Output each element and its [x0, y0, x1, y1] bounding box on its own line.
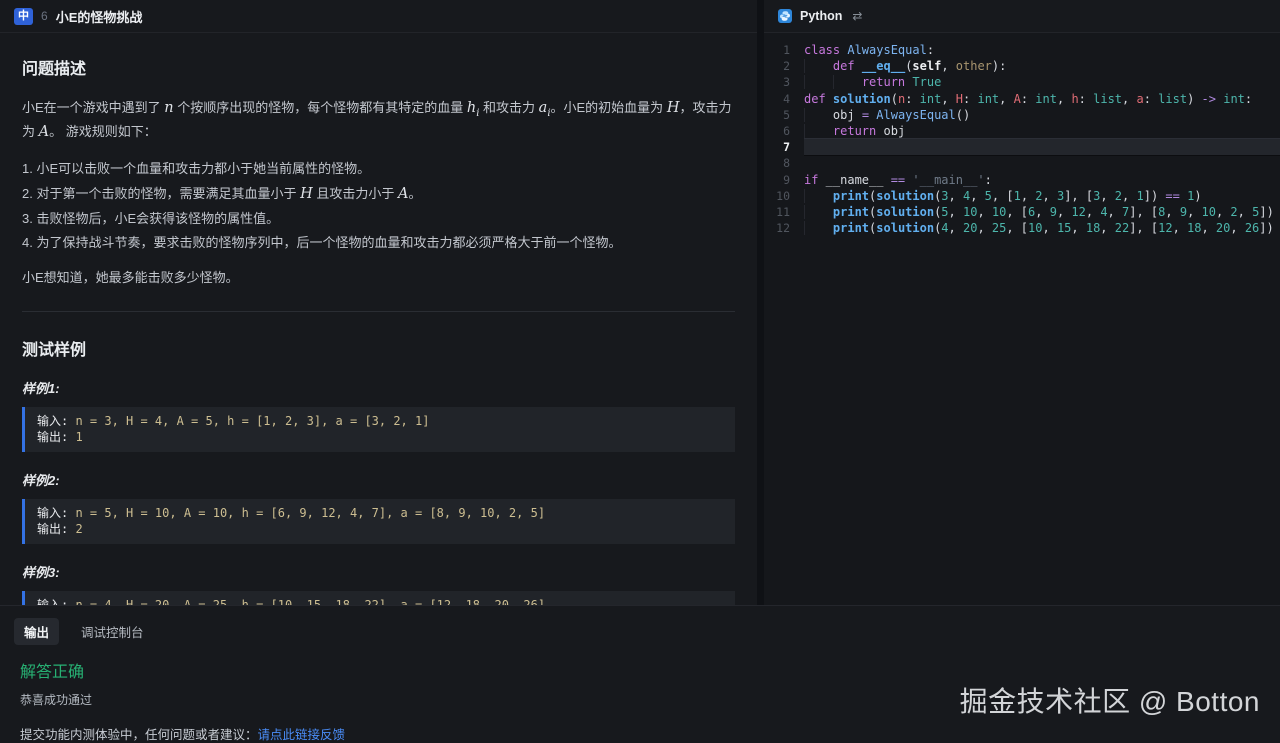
line-number: 10: [764, 189, 804, 203]
code-text: if __name__ == '__main__':: [804, 172, 1280, 188]
problem-panel: 中 6 小E的怪物挑战 问题描述 小E在一个游戏中遇到了 n 个按顺序出现的怪物…: [0, 0, 757, 605]
code-text: obj = AlwaysEqual(): [804, 107, 1280, 123]
sample-output-line: 输出: 1: [37, 429, 723, 446]
code-line-11[interactable]: 11 print(solution(5, 10, 10, [6, 9, 12, …: [764, 204, 1280, 220]
sample-output-line: 输出: 2: [37, 521, 723, 538]
feedback-row: 提交功能内测体验中，任何问题或者建议：请点此链接反馈: [20, 724, 1266, 743]
code-line-10[interactable]: 10 print(solution(3, 4, 5, [1, 2, 3], [3…: [764, 188, 1280, 204]
section-title-problem: 问题描述: [22, 55, 735, 79]
problem-number: 6: [41, 9, 48, 23]
switch-language-icon[interactable]: ⇄: [852, 9, 862, 23]
code-text: def __eq__(self, other):: [804, 58, 1280, 74]
output-tabs: 输出调试控制台: [14, 618, 1266, 645]
code-line-6[interactable]: 6 return obj: [764, 123, 1280, 139]
math-variable: n: [164, 100, 173, 116]
math-variable: hi: [467, 100, 480, 116]
sample-label-1: 样例1:: [22, 378, 735, 397]
problem-description-pane[interactable]: 问题描述 小E在一个游戏中遇到了 n 个按顺序出现的怪物，每个怪物都有其特定的血…: [0, 33, 757, 605]
code-line-2[interactable]: 2 def __eq__(self, other):: [764, 58, 1280, 74]
sample-input-line: 输入: n = 5, H = 10, A = 10, h = [6, 9, 12…: [37, 505, 723, 522]
line-number: 3: [764, 75, 804, 89]
line-number: 9: [764, 173, 804, 187]
editor-panel: Python ⇄ 1class AlwaysEqual:2 def __eq__…: [764, 0, 1280, 605]
sample-input-line: 输入: n = 4, H = 20, A = 25, h = [10, 15, …: [37, 597, 723, 605]
math-variable: A: [398, 186, 408, 202]
code-text: return obj: [804, 123, 1280, 139]
math-variable: H: [300, 186, 313, 202]
line-number: 6: [764, 124, 804, 138]
line-number: 1: [764, 43, 804, 57]
code-editor[interactable]: 1class AlwaysEqual:2 def __eq__(self, ot…: [764, 33, 1280, 605]
sample-label-3: 样例3:: [22, 562, 735, 581]
watermark: 掘金技术社区 @ Botton: [960, 680, 1260, 720]
sample-label-2: 样例2:: [22, 470, 735, 489]
feedback-link[interactable]: 请点此链接反馈: [258, 728, 346, 742]
result-status: 解答正确: [20, 658, 1266, 682]
code-line-4[interactable]: 4def solution(n: int, H: int, A: int, h:…: [764, 91, 1280, 107]
code-text: print(solution(5, 10, 10, [6, 9, 12, 4, …: [804, 204, 1280, 220]
code-line-1[interactable]: 1class AlwaysEqual:: [764, 42, 1280, 58]
tab-debug-console[interactable]: 调试控制台: [71, 618, 154, 645]
code-text: [804, 139, 1280, 155]
sample-input-value: n = 5, H = 10, A = 10, h = [6, 9, 12, 4,…: [75, 506, 545, 520]
main-split-area: 中 6 小E的怪物挑战 问题描述 小E在一个游戏中遇到了 n 个按顺序出现的怪物…: [0, 0, 1280, 605]
python-icon: [778, 9, 792, 23]
sample-output-label: 输出:: [37, 430, 75, 444]
code-line-8[interactable]: 8: [764, 155, 1280, 171]
tab-output[interactable]: 输出: [14, 618, 59, 645]
code-text: print(solution(3, 4, 5, [1, 2, 3], [3, 2…: [804, 188, 1280, 204]
samples-list: 样例1: 输入: n = 3, H = 4, A = 5, h = [1, 2, …: [22, 378, 735, 605]
math-variable: A: [39, 124, 49, 140]
problem-title: 小E的怪物挑战: [56, 7, 143, 26]
line-number: 12: [764, 221, 804, 235]
code-line-5[interactable]: 5 obj = AlwaysEqual(): [764, 107, 1280, 123]
sample-input-label: 输入:: [37, 414, 75, 428]
line-number: 4: [764, 92, 804, 106]
code-text: def solution(n: int, H: int, A: int, h: …: [804, 91, 1280, 107]
editor-panel-header: Python ⇄: [764, 0, 1280, 33]
line-number: 2: [764, 59, 804, 73]
sample-block-2: 输入: n = 5, H = 10, A = 10, h = [6, 9, 12…: [22, 499, 735, 544]
rule-item-3: 3. 击败怪物后，小E会获得该怪物的属性值。: [22, 210, 735, 229]
code-text: class AlwaysEqual:: [804, 42, 1280, 58]
code-text: [804, 155, 1280, 171]
problem-panel-header: 中 6 小E的怪物挑战: [0, 0, 757, 33]
problem-intro: 小E在一个游戏中遇到了 n 个按顺序出现的怪物，每个怪物都有其特定的血量 hi …: [22, 97, 735, 144]
panel-resize-handle[interactable]: [757, 0, 764, 605]
line-number: 8: [764, 156, 804, 170]
math-variable: ai: [539, 100, 551, 116]
output-panel: 输出调试控制台 解答正确 恭喜成功通过 提交功能内测体验中，任何问题或者建议：请…: [0, 605, 1280, 734]
sample-output-value: 2: [75, 522, 82, 536]
problem-rules: 1. 小E可以击败一个血量和攻击力都小于她当前属性的怪物。 2. 对于第一个击败的…: [22, 160, 735, 253]
sample-block-1: 输入: n = 3, H = 4, A = 5, h = [1, 2, 3], …: [22, 407, 735, 452]
code-line-7[interactable]: 7: [764, 139, 1280, 155]
section-title-samples: 测试样例: [22, 336, 735, 360]
sample-input-value: n = 4, H = 20, A = 25, h = [10, 15, 18, …: [75, 598, 545, 605]
difficulty-badge: 中: [14, 8, 33, 25]
math-variable: H: [667, 100, 680, 116]
code-line-3[interactable]: 3 return True: [764, 74, 1280, 90]
language-label: Python: [800, 9, 842, 23]
rule-item-1: 1. 小E可以击败一个血量和攻击力都小于她当前属性的怪物。: [22, 160, 735, 179]
line-number: 5: [764, 108, 804, 122]
sample-output-value: 1: [75, 430, 82, 444]
code-text: return True: [804, 74, 1280, 90]
rule-item-4: 4. 为了保持战斗节奏，要求击败的怪物序列中，后一个怪物的血量和攻击力都必须严格…: [22, 234, 735, 253]
line-number: 7: [764, 140, 804, 154]
coding-challenge-app: 中 6 小E的怪物挑战 问题描述 小E在一个游戏中遇到了 n 个按顺序出现的怪物…: [0, 0, 1280, 735]
problem-question: 小E想知道，她最多能击败多少怪物。: [22, 268, 735, 288]
line-number: 11: [764, 205, 804, 219]
code-text: print(solution(4, 20, 25, [10, 15, 18, 2…: [804, 220, 1280, 236]
section-divider: [22, 311, 735, 312]
rule-item-2: 2. 对于第一个击败的怪物，需要满足其血量小于 H 且攻击力小于 A。: [22, 184, 735, 205]
sample-input-label: 输入:: [37, 598, 75, 605]
code-line-12[interactable]: 12 print(solution(4, 20, 25, [10, 15, 18…: [764, 220, 1280, 236]
feedback-text: 提交功能内测体验中，任何问题或者建议：: [20, 728, 258, 742]
sample-block-3: 输入: n = 4, H = 20, A = 25, h = [10, 15, …: [22, 591, 735, 605]
sample-input-label: 输入:: [37, 506, 75, 520]
sample-output-label: 输出:: [37, 522, 75, 536]
sample-input-line: 输入: n = 3, H = 4, A = 5, h = [1, 2, 3], …: [37, 413, 723, 430]
code-line-9[interactable]: 9if __name__ == '__main__':: [764, 172, 1280, 188]
sample-input-value: n = 3, H = 4, A = 5, h = [1, 2, 3], a = …: [75, 414, 429, 428]
